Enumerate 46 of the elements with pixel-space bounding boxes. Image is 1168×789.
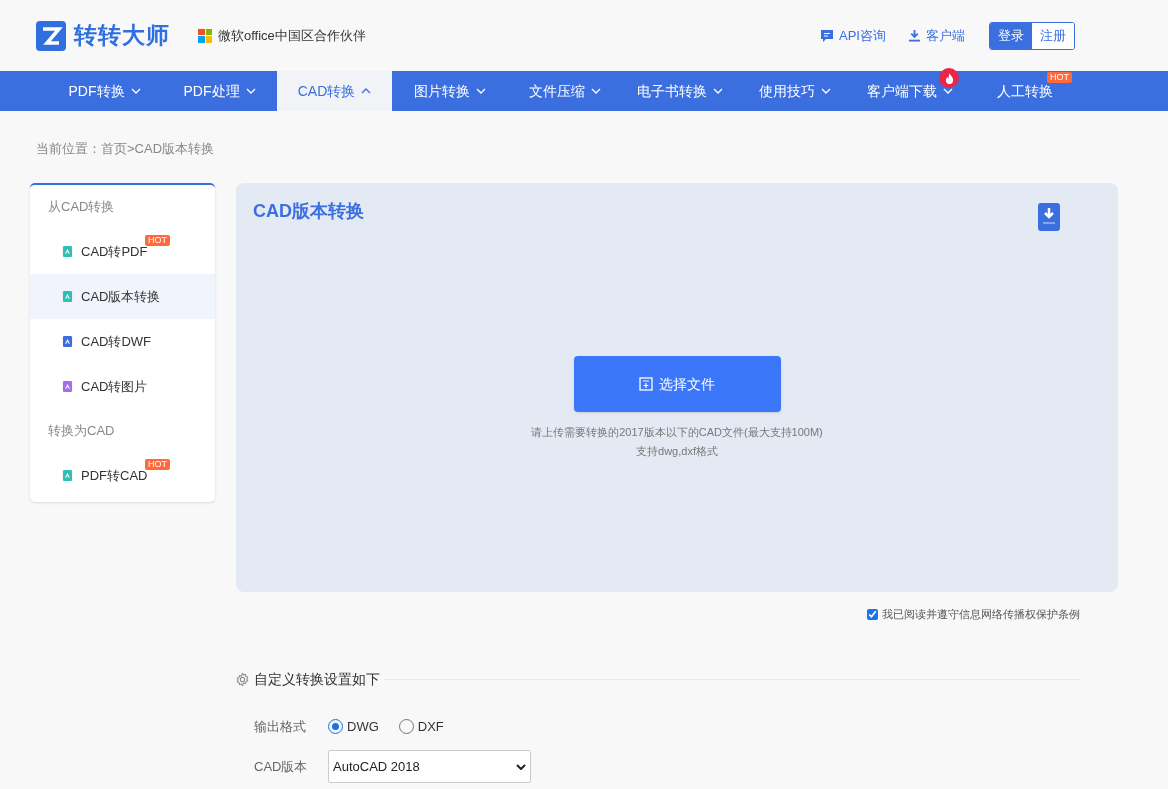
sidebar-item[interactable]: CAD转DWF	[30, 319, 215, 364]
logo-icon	[36, 20, 66, 51]
nav-tab[interactable]: 使用技巧	[737, 71, 852, 111]
header-link[interactable]: 客户端	[908, 25, 965, 46]
partner-text: 微软office中国区合作伙伴	[218, 26, 366, 45]
sidebar-item[interactable]: CAD转PDF HOT	[30, 229, 215, 274]
nav-tab[interactable]: 客户端下载	[852, 71, 967, 111]
breadcrumb: 当前位置：首页>CAD版本转换	[35, 140, 216, 158]
nav-tab[interactable]: 图片转换	[392, 71, 507, 111]
version-dropdown[interactable]: AutoCAD 2018	[328, 750, 531, 783]
header-link[interactable]: API咨询	[820, 25, 886, 46]
hot-badge: HOT	[145, 235, 170, 246]
nav-tab[interactable]: 文件压缩	[507, 71, 622, 111]
register-button[interactable]: 注册	[1032, 22, 1074, 49]
sidebar-item[interactable]: PDF转CAD HOT	[30, 453, 215, 498]
sidebar-item[interactable]: CAD转图片	[30, 364, 215, 409]
hot-badge: HOT	[145, 459, 170, 470]
agreement-text: 我已阅读并遵守信息网络传播权保护条例	[882, 607, 1080, 622]
nav-tab[interactable]: CAD转换	[277, 71, 392, 111]
logo-text: 转转大师	[74, 21, 170, 51]
chat-icon	[820, 28, 835, 43]
radio-option[interactable]: DXF	[398, 716, 444, 736]
nav-tab[interactable]: PDF处理	[162, 71, 277, 111]
hot-badge: HOT	[1047, 72, 1072, 83]
windows-logo-icon	[198, 28, 212, 43]
radio-option[interactable]: DWG	[328, 716, 379, 736]
sidebar-heading: 从CAD转换	[47, 198, 116, 217]
chevron-down-icon	[516, 763, 526, 770]
agreement-checkbox[interactable]	[867, 608, 878, 620]
download-icon[interactable]	[1038, 203, 1060, 231]
sidebar-item[interactable]: CAD版本转换	[30, 274, 215, 319]
format-hint: 支持dwg,dxf格式	[636, 443, 718, 459]
panel-title: CAD版本转换	[253, 200, 364, 223]
download-icon	[908, 29, 921, 42]
upload-hint: 请上传需要转换的2017版本以下的CAD文件(最大支持100M)	[531, 425, 823, 440]
file-add-icon	[639, 377, 653, 391]
nav-tab[interactable]: 电子书转换	[622, 71, 737, 111]
nav-tab[interactable]: HOT 人工转换	[967, 71, 1082, 111]
settings-icon	[235, 671, 250, 687]
login-button[interactable]: 登录	[990, 22, 1032, 49]
sidebar-heading: 转换为CAD	[47, 422, 116, 441]
field-label: 输出格式	[254, 717, 307, 736]
select-file-button[interactable]: 选择文件	[573, 356, 781, 412]
settings-title: 自定义转换设置如下	[254, 669, 380, 689]
nav-tab[interactable]: PDF转换	[47, 71, 162, 111]
field-label: CAD版本	[254, 757, 309, 776]
